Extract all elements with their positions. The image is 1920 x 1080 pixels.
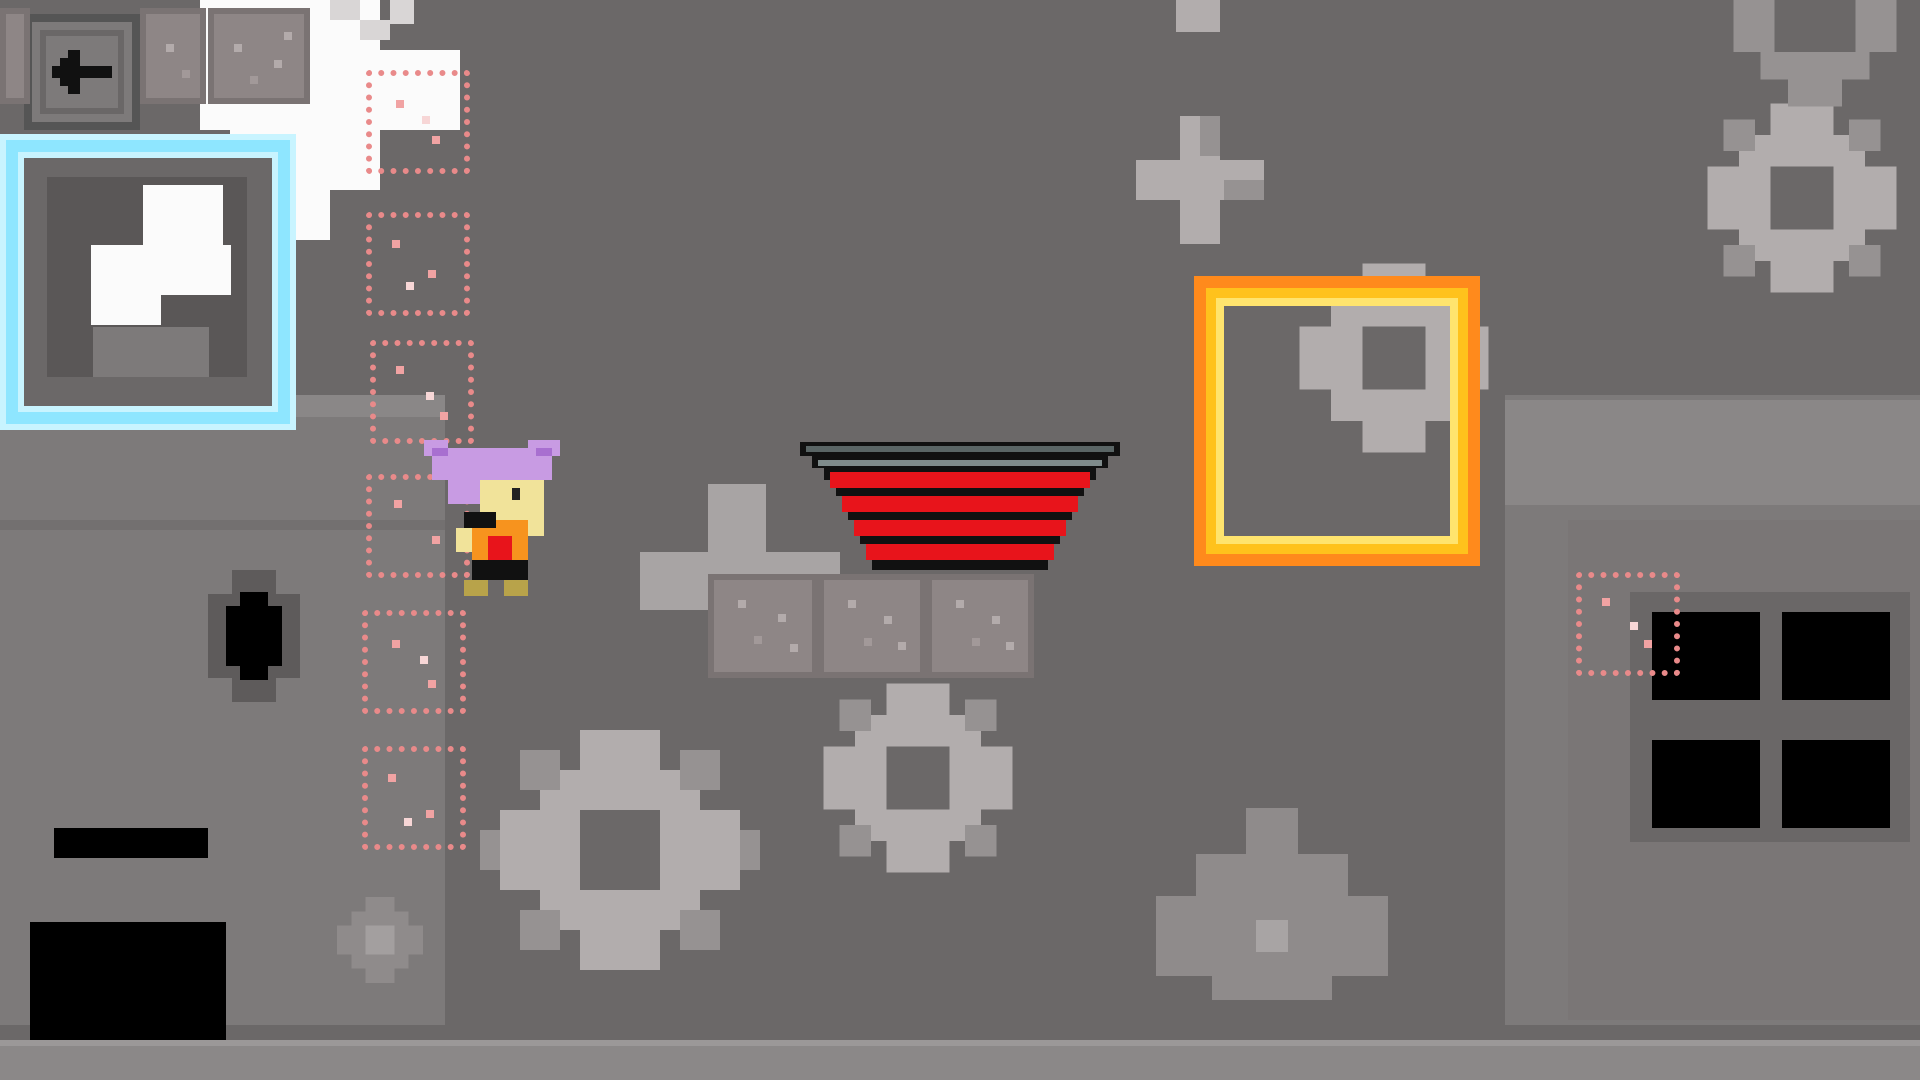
gear-icon (823, 683, 1013, 873)
stone-block (708, 574, 818, 678)
back-button[interactable] (24, 14, 140, 130)
fire-block-frame[interactable] (1194, 276, 1480, 566)
ghost-block (362, 746, 466, 850)
stone-block (208, 8, 310, 104)
stone-block (818, 574, 926, 678)
ghost-block (362, 610, 466, 714)
gear-icon (480, 730, 760, 970)
stone-block (926, 574, 1034, 678)
stone-block (140, 8, 206, 104)
ice-block-icon (47, 177, 247, 377)
ice-block-frame[interactable] (6, 140, 290, 424)
ghost-block (370, 340, 474, 444)
arrow-left-icon (52, 50, 112, 94)
ghost-block (1576, 572, 1680, 676)
gear-icon (1707, 103, 1897, 293)
ghost-block (366, 70, 470, 174)
bounce-pad-icon[interactable] (800, 438, 1120, 578)
gear-icon (1733, 0, 1897, 107)
player-character[interactable] (424, 440, 584, 620)
ghost-block (366, 212, 470, 316)
stone-block (0, 8, 30, 104)
small-gear-icon (337, 897, 423, 983)
